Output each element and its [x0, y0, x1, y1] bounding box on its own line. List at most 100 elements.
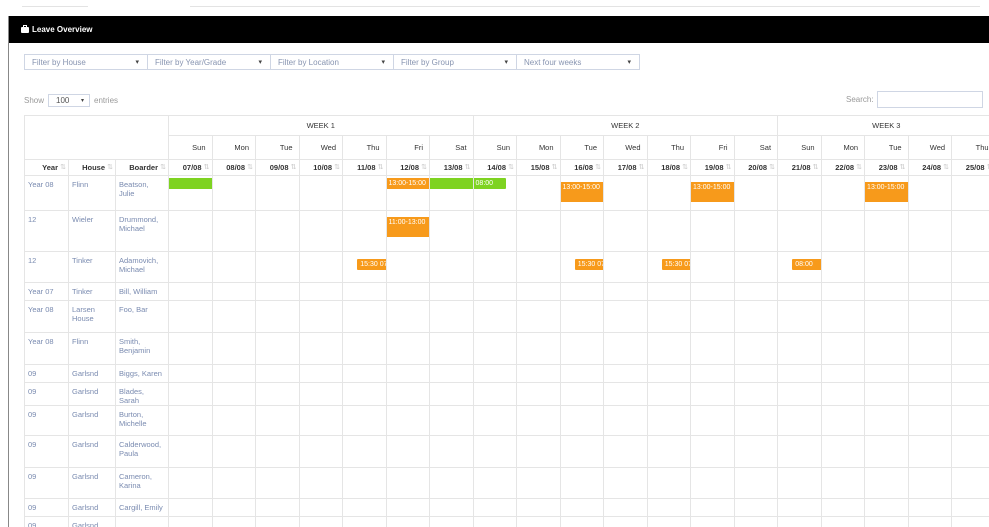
day-cell[interactable]: 13:00-15:00 [864, 175, 909, 211]
day-cell[interactable] [429, 300, 474, 333]
date-header[interactable]: 11/08 ⇅ [342, 159, 387, 176]
day-cell[interactable] [690, 364, 735, 383]
day-cell[interactable] [298, 282, 344, 301]
day-cell[interactable] [168, 175, 213, 211]
table-row[interactable]: 09 Garlsnd [24, 516, 989, 527]
table-row[interactable]: 09 Garlsnd Biggs, Karen [24, 364, 989, 383]
day-cell[interactable] [385, 300, 431, 333]
day-cell[interactable] [777, 435, 822, 468]
day-cell[interactable] [559, 210, 605, 252]
day-cell[interactable] [211, 435, 257, 468]
table-row[interactable]: 09 Garlsnd Burton, Michelle [24, 405, 989, 436]
day-cell[interactable] [559, 516, 605, 527]
day-cell[interactable] [168, 516, 213, 527]
day-cell[interactable] [951, 332, 989, 365]
day-cell[interactable] [690, 282, 735, 301]
day-cell[interactable] [646, 282, 692, 301]
day-cell[interactable] [646, 175, 692, 211]
day-cell[interactable] [864, 467, 909, 499]
date-header[interactable]: 18/08 ⇅ [646, 159, 692, 176]
leave-bar[interactable]: 13:00-15:00 [387, 178, 429, 189]
date-header[interactable]: 25/08⇅ [951, 159, 989, 176]
day-cell[interactable] [777, 300, 822, 333]
day-cell[interactable] [603, 516, 648, 527]
leave-bar[interactable]: 13:00-15:00 [561, 182, 603, 202]
day-cell[interactable] [385, 364, 431, 383]
column-header-boarder[interactable]: Boarder ⇅ [114, 159, 170, 176]
day-cell[interactable] [342, 435, 387, 468]
day-cell[interactable] [864, 405, 909, 436]
day-cell[interactable] [429, 467, 474, 499]
date-header[interactable]: 15/08 ⇅ [516, 159, 561, 176]
boarder-cell[interactable]: Foo, Bar [114, 300, 170, 333]
leave-bar[interactable]: 13:00-15:00 [691, 182, 734, 202]
filter-3[interactable]: Filter by Group ▾ [393, 54, 516, 70]
day-cell[interactable] [342, 210, 387, 252]
day-cell[interactable] [385, 498, 431, 517]
day-cell[interactable] [864, 435, 909, 468]
day-cell[interactable] [255, 467, 300, 499]
day-cell[interactable] [690, 405, 735, 436]
day-cell[interactable] [603, 382, 648, 406]
day-cell[interactable] [733, 210, 779, 252]
day-cell[interactable] [907, 251, 953, 283]
day-cell[interactable] [255, 210, 300, 252]
day-cell[interactable] [864, 364, 909, 383]
day-cell[interactable] [603, 332, 648, 365]
day-cell[interactable] [907, 364, 953, 383]
date-header[interactable]: 19/08 ⇅ [690, 159, 735, 176]
day-cell[interactable] [864, 382, 909, 406]
day-cell[interactable] [472, 300, 518, 333]
day-cell[interactable] [733, 251, 779, 283]
day-cell[interactable]: 11:00-13:00 [385, 210, 431, 252]
boarder-cell[interactable]: Cargill, Emily [114, 498, 170, 517]
day-cell[interactable] [211, 210, 257, 252]
leave-bar[interactable]: 15:30 07:30 [574, 259, 603, 270]
day-cell[interactable] [342, 382, 387, 406]
day-cell[interactable] [733, 498, 779, 517]
day-cell[interactable] [516, 332, 561, 365]
table-row[interactable]: 09 Garlsnd Calderwood, Paula [24, 435, 989, 468]
day-cell[interactable]: 13:00-15:00 [385, 175, 431, 211]
day-cell[interactable] [298, 405, 344, 436]
day-cell[interactable] [168, 435, 213, 468]
day-cell[interactable] [472, 382, 518, 406]
day-cell[interactable] [211, 332, 257, 365]
day-cell[interactable] [342, 175, 387, 211]
day-cell[interactable] [255, 364, 300, 383]
date-header[interactable]: 07/08 ⇅ [168, 159, 213, 176]
day-cell[interactable] [255, 282, 300, 301]
day-cell[interactable] [646, 516, 692, 527]
column-header-year[interactable]: Year ⇅ [24, 159, 69, 176]
date-header[interactable]: 09/08 ⇅ [255, 159, 300, 176]
day-cell[interactable] [559, 300, 605, 333]
day-cell[interactable] [864, 210, 909, 252]
day-cell[interactable] [951, 405, 989, 436]
table-row[interactable]: Year 07 Tinker Bill, William [24, 282, 989, 301]
day-cell[interactable] [777, 332, 822, 365]
day-cell[interactable] [603, 175, 648, 211]
day-cell[interactable] [168, 467, 213, 499]
day-cell[interactable] [777, 405, 822, 436]
day-cell[interactable] [777, 498, 822, 517]
day-cell[interactable] [429, 332, 474, 365]
day-cell[interactable] [255, 435, 300, 468]
day-cell[interactable] [255, 251, 300, 283]
day-cell[interactable] [385, 405, 431, 436]
day-cell[interactable] [646, 498, 692, 517]
day-cell[interactable] [168, 300, 213, 333]
day-cell[interactable] [820, 332, 866, 365]
day-cell[interactable] [255, 175, 300, 211]
boarder-cell[interactable] [114, 516, 170, 527]
day-cell[interactable] [298, 516, 344, 527]
boarder-cell[interactable]: Biggs, Karen [114, 364, 170, 383]
day-cell[interactable] [385, 251, 431, 283]
day-cell[interactable] [342, 300, 387, 333]
day-cell[interactable] [472, 282, 518, 301]
date-header[interactable]: 24/08 ⇅ [907, 159, 953, 176]
day-cell[interactable] [864, 498, 909, 517]
boarder-cell[interactable]: Beatson, Julie [114, 175, 170, 211]
day-cell[interactable] [646, 332, 692, 365]
day-cell[interactable] [429, 382, 474, 406]
day-cell[interactable] [298, 498, 344, 517]
